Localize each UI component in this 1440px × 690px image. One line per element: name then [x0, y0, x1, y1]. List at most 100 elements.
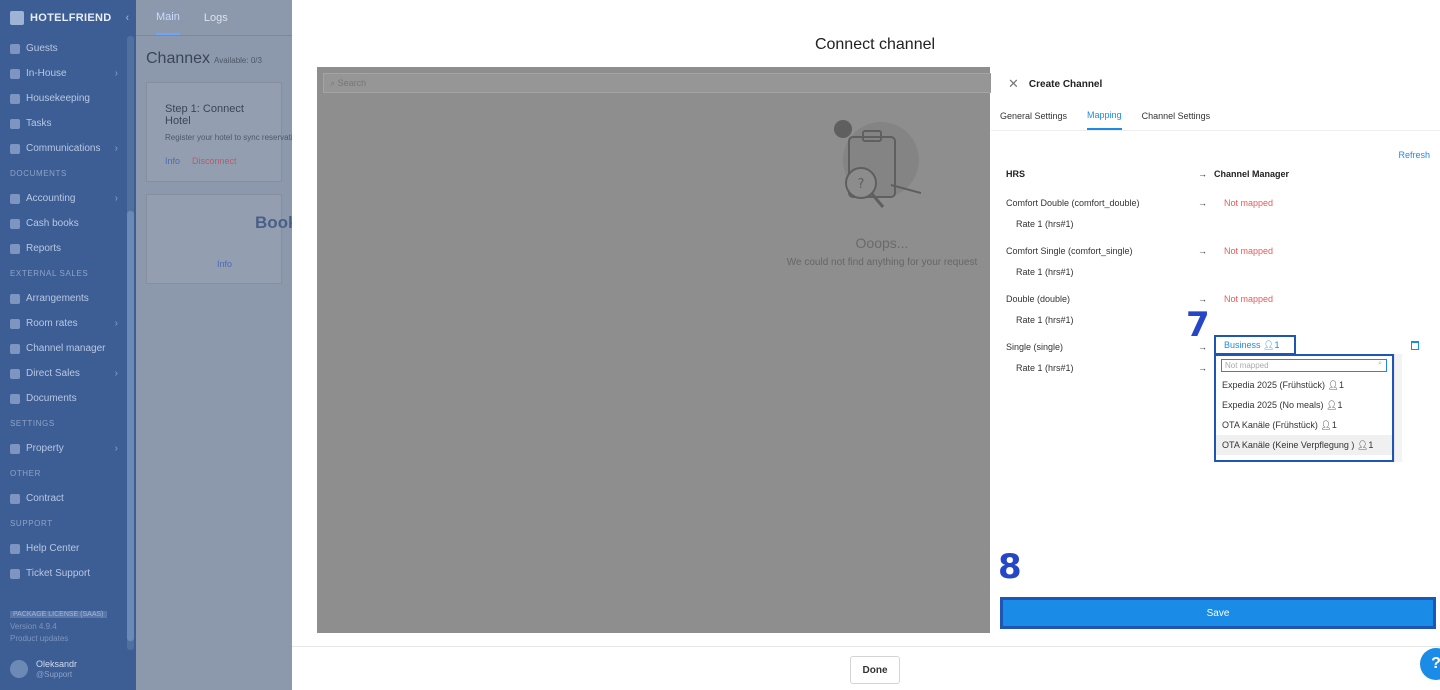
collapse-icon[interactable]: ‹ — [126, 12, 130, 24]
sidebar-item-cashbooks[interactable]: Cash books — [0, 211, 136, 236]
info-link[interactable]: Info — [165, 156, 180, 166]
housekeeping-icon — [10, 93, 20, 104]
trash-icon[interactable] — [1411, 341, 1419, 350]
accounting-icon — [10, 193, 20, 204]
sidebar-item-arrangements[interactable]: Arrangements — [0, 286, 136, 311]
save-button[interactable]: Save — [1000, 597, 1436, 629]
sidebar-item-label: Contract — [26, 493, 64, 504]
sidebar-item-communications[interactable]: Communications › — [0, 136, 136, 161]
mapping-row: Comfort Single (comfort_single) → Not ma… — [1006, 246, 1426, 277]
reports-icon — [10, 243, 20, 254]
tab-general-settings[interactable]: General Settings — [1000, 101, 1067, 130]
option-label: Expedia 2025 (No meals) — [1222, 400, 1324, 410]
sidebar-item-guests[interactable]: Guests — [0, 36, 136, 61]
modal-title: Connect channel — [814, 36, 936, 53]
sidebar-item-label: Accounting — [26, 193, 76, 204]
roomrates-icon — [10, 318, 20, 329]
sidebar-item-ticketsupport[interactable]: Ticket Support — [0, 561, 136, 586]
room-name: Double (double) — [1006, 294, 1071, 304]
option-count: 1 — [1337, 400, 1343, 410]
dropdown-option[interactable]: Expedia 2025 (Frühstück) 👤︎ 1 — [1216, 375, 1392, 395]
tab-channel-settings[interactable]: Channel Settings — [1142, 101, 1211, 130]
mapping-status[interactable]: Not mapped — [1224, 246, 1273, 256]
tab-main[interactable]: Main — [156, 1, 180, 35]
chevron-right-icon: › — [114, 193, 118, 204]
sidebar-item-label: Arrangements — [26, 293, 89, 304]
room-name: Single (single) — [1006, 342, 1064, 352]
room-name: Comfort Single (comfort_single) — [1006, 246, 1133, 256]
arrow-right-icon: → — [1198, 246, 1207, 256]
tab-mapping[interactable]: Mapping — [1087, 101, 1122, 130]
drawer-header: ✕ Create Channel — [991, 67, 1440, 101]
contract-icon — [10, 493, 20, 504]
dropdown-option[interactable]: OTA Kanäle (Keine Verpflegung ) 👤︎ 1 — [1216, 435, 1392, 455]
sidebar-item-housekeeping[interactable]: Housekeeping — [0, 86, 136, 111]
product-updates-link[interactable]: Product updates — [10, 633, 107, 645]
dropdown-option[interactable]: Expedia 2025 (No meals) 👤︎ 1 — [1216, 395, 1392, 415]
sidebar-item-channelmanager[interactable]: Channel manager — [0, 336, 136, 361]
sidebar-item-reports[interactable]: Reports — [0, 236, 136, 261]
refresh-link[interactable]: Refresh — [1398, 150, 1430, 160]
mapping-status[interactable]: Not mapped — [1224, 294, 1273, 304]
ticket-icon — [10, 568, 20, 579]
sidebar-item-tasks[interactable]: Tasks — [0, 111, 136, 136]
user-icon: 👤︎ — [1356, 439, 1369, 450]
tasks-icon — [10, 118, 20, 129]
arrow-right-icon: → — [1198, 363, 1207, 373]
sidebar-item-directsales[interactable]: Direct Sales › — [0, 361, 136, 386]
sidebar-section-settings: SETTINGS — [10, 419, 55, 428]
rate-name: Rate 1 (hrs#1) — [1016, 219, 1074, 229]
guests-icon — [10, 43, 20, 54]
sidebar-item-documents[interactable]: Documents — [0, 386, 136, 411]
rate-name: Rate 1 (hrs#1) — [1016, 315, 1074, 325]
dropdown-search-input[interactable]: Not mapped ⌕ — [1221, 359, 1387, 372]
chevron-right-icon: › — [114, 443, 118, 454]
sidebar-section-support: SUPPORT — [10, 519, 53, 528]
close-icon[interactable]: ✕ — [1008, 76, 1019, 92]
sidebar-item-inhouse[interactable]: In-House › — [0, 61, 136, 86]
step-title: Step 1: Connect Hotel — [165, 103, 244, 127]
option-count: 1 — [1331, 420, 1337, 430]
sidebar: HOTELFRIEND ‹ Guests In-House › Housekeep… — [0, 0, 136, 690]
create-channel-drawer: ✕ Create Channel General Settings Mappin… — [991, 67, 1440, 633]
mapping-dropdown: Not mapped ⌕ Expedia 2025 (Frühstück) 👤︎… — [1214, 354, 1394, 462]
drawer-tabs: General Settings Mapping Channel Setting… — [991, 101, 1440, 131]
sidebar-item-roomrates[interactable]: Room rates › — [0, 311, 136, 336]
disconnect-link[interactable]: Disconnect — [192, 156, 237, 166]
done-button[interactable]: Done — [850, 656, 900, 684]
license-badge: PACKAGE LICENSE (SAAS) — [10, 611, 107, 618]
user-icon: 👤︎ — [1326, 399, 1338, 410]
user-icon: 👤︎ — [1263, 340, 1275, 350]
search-placeholder: Search — [337, 78, 367, 88]
background-page: Main Logs Channex Available: 0/3 Step 1: … — [136, 0, 292, 690]
dropdown-scrollbar[interactable] — [1394, 354, 1402, 462]
search-icon: ⌕ — [330, 78, 336, 88]
selected-value: Business — [1224, 340, 1261, 350]
sidebar-scroll-thumb[interactable] — [127, 211, 134, 641]
available-count: Available: 0/3 — [214, 56, 262, 65]
communications-icon — [10, 143, 20, 154]
directsales-icon — [10, 368, 20, 379]
page-title-text: Channex — [146, 50, 211, 67]
sidebar-footer: PACKAGE LICENSE (SAAS) Version 4.9.4 Pro… — [10, 608, 107, 645]
sidebar-item-property[interactable]: Property › — [0, 436, 136, 461]
sidebar-item-accounting[interactable]: Accounting › — [0, 186, 136, 211]
chevron-right-icon: › — [114, 368, 118, 379]
svg-text:?: ? — [858, 177, 865, 192]
sidebar-item-helpcenter[interactable]: Help Center — [0, 536, 136, 561]
sidebar-scrollbar[interactable] — [127, 36, 134, 650]
step-desc: Register your hotel to sync reservations — [165, 133, 292, 142]
search-input[interactable]: ⌕ Search — [323, 73, 1003, 93]
sidebar-item-label: Direct Sales — [26, 368, 80, 379]
tab-logs[interactable]: Logs — [204, 12, 228, 24]
booking-info-link[interactable]: Info — [147, 233, 281, 269]
mapping-status[interactable]: Not mapped — [1224, 198, 1273, 208]
mapping-select-business[interactable]: Business 👤︎1 — [1214, 335, 1296, 355]
dropdown-option[interactable]: OTA Kanäle (Frühstück) 👤︎ 1 — [1216, 415, 1392, 435]
brand-logo[interactable]: HOTELFRIEND ‹ — [0, 0, 136, 36]
sidebar-section-other: OTHER — [10, 469, 41, 478]
user-icon: 👤︎ — [1320, 419, 1332, 430]
user-profile[interactable]: Oleksandr @Support — [10, 658, 77, 679]
sidebar-item-contract[interactable]: Contract — [0, 486, 136, 511]
sidebar-item-label: Housekeeping — [26, 93, 90, 104]
